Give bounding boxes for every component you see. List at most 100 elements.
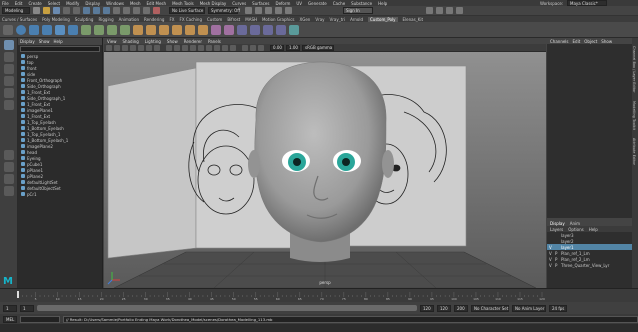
- range-end-field[interactable]: 120: [420, 304, 434, 312]
- freeze-transform-icon[interactable]: [263, 24, 273, 35]
- extract-icon[interactable]: [107, 24, 117, 35]
- menu-item[interactable]: Help: [378, 1, 387, 6]
- wireframe-on-shaded-icon[interactable]: [182, 44, 188, 51]
- current-frame-marker[interactable]: [17, 291, 19, 298]
- outliner-item[interactable]: pCr1: [21, 191, 102, 197]
- live-surface-field[interactable]: No Live Surface: [169, 7, 205, 14]
- extrude-icon[interactable]: [146, 24, 156, 35]
- menu-item[interactable]: Curves: [232, 1, 246, 6]
- layer-menu-item[interactable]: Layers: [550, 227, 563, 232]
- shelf-tab[interactable]: Bifrost: [227, 17, 240, 22]
- render-frame-icon[interactable]: [245, 7, 252, 14]
- shelf-tab[interactable]: Curves / Surfaces: [2, 17, 37, 22]
- xray-icon[interactable]: [250, 44, 256, 51]
- layer-tab[interactable]: Anim: [570, 221, 580, 226]
- select-component-icon[interactable]: [103, 7, 110, 14]
- viewport-menu-item[interactable]: View: [107, 39, 117, 44]
- menu-item[interactable]: Mesh: [130, 1, 141, 6]
- shelf-tab[interactable]: Vray_tri: [330, 17, 346, 22]
- menu-item[interactable]: File: [2, 1, 9, 6]
- resolution-gate-icon[interactable]: [154, 44, 160, 51]
- menu-item[interactable]: Cache: [333, 1, 345, 6]
- channel-box-menu-item[interactable]: Show: [601, 39, 612, 44]
- undo-icon[interactable]: [63, 7, 70, 14]
- colorspace-dropdown[interactable]: sRGB gamma: [302, 44, 334, 51]
- mirror-icon[interactable]: [237, 24, 247, 35]
- shelf-tab[interactable]: Elenas_Kit: [403, 17, 423, 22]
- command-input[interactable]: [20, 315, 60, 323]
- menu-item[interactable]: Edit: [15, 1, 23, 6]
- sign-in-button[interactable]: Sign In: [343, 7, 373, 14]
- workspace-dropdown[interactable]: Maya Classic*: [567, 0, 607, 6]
- target-weld-icon[interactable]: [185, 24, 195, 35]
- shelf-tab[interactable]: Sculpting: [75, 17, 94, 22]
- shelf-tab[interactable]: Vray: [315, 17, 324, 22]
- menu-item[interactable]: UV: [296, 1, 302, 6]
- menu-item[interactable]: Create: [28, 1, 41, 6]
- side-tab[interactable]: Modelling Toolkit: [632, 101, 636, 130]
- bevel-icon[interactable]: [159, 24, 169, 35]
- menu-item[interactable]: Modify: [66, 1, 79, 6]
- layer-playback-toggle[interactable]: P: [555, 263, 559, 268]
- menu-item[interactable]: Display: [85, 1, 100, 6]
- shelf-tab[interactable]: Custom_Poly: [368, 16, 398, 22]
- anim-layer-dropdown[interactable]: No Anim Layer: [512, 304, 546, 312]
- layer-visibility-toggle[interactable]: V: [549, 245, 553, 250]
- layer-visibility-toggle[interactable]: V: [549, 257, 553, 262]
- menu-item[interactable]: Substance: [351, 1, 372, 6]
- toggle-panel-icon[interactable]: [436, 7, 443, 14]
- viewport-menu-item[interactable]: Show: [167, 39, 178, 44]
- side-tab[interactable]: Channel Box / Layer Editor: [632, 46, 636, 93]
- symmetry-dropdown[interactable]: Symmetry: Off: [208, 7, 240, 14]
- sphere-icon[interactable]: [16, 24, 26, 35]
- menu-item[interactable]: Surfaces: [252, 1, 269, 6]
- outliner-menu-item[interactable]: Display: [20, 39, 35, 44]
- four-view-icon[interactable]: [4, 162, 14, 172]
- shelf-tab[interactable]: Motion Graphics: [262, 17, 295, 22]
- isolate-select-icon[interactable]: [242, 44, 248, 51]
- motion-blur-icon[interactable]: [222, 44, 228, 51]
- scale-tool-icon[interactable]: [4, 100, 14, 110]
- shelf-tab[interactable]: Rigging: [98, 17, 113, 22]
- shelf-tab[interactable]: Custom: [207, 17, 222, 22]
- layer-visibility-toggle[interactable]: V: [549, 263, 553, 268]
- shelf-tab[interactable]: Rendering: [144, 17, 164, 22]
- side-by-side-icon[interactable]: [4, 174, 14, 184]
- smooth-icon[interactable]: [120, 24, 130, 35]
- layer-menu-item[interactable]: Options: [568, 227, 583, 232]
- outliner-persp-icon[interactable]: [4, 186, 14, 196]
- viewport-menu-item[interactable]: Lighting: [145, 39, 161, 44]
- magnet-icon[interactable]: [153, 7, 160, 14]
- shelf-tab[interactable]: MASH: [245, 17, 257, 22]
- shelf-tab[interactable]: Arnold: [350, 17, 363, 22]
- plane-icon[interactable]: [55, 24, 65, 35]
- shelf-tab[interactable]: Animation: [119, 17, 139, 22]
- toggle-panel-icon-2[interactable]: [446, 7, 453, 14]
- fps-dropdown[interactable]: 24 fps: [549, 304, 567, 312]
- combine-icon[interactable]: [81, 24, 91, 35]
- quad-draw-icon[interactable]: [198, 24, 208, 35]
- grid-icon[interactable]: [138, 44, 144, 51]
- snap-curve-icon[interactable]: [123, 7, 130, 14]
- shelf-tab[interactable]: Poly Modeling: [42, 17, 70, 22]
- render-settings-icon[interactable]: [265, 7, 272, 14]
- bridge-icon[interactable]: [133, 24, 143, 35]
- viewport-menu-item[interactable]: Renderer: [184, 39, 202, 44]
- layer-row[interactable]: V P Three_Quarter_View_Lyr: [547, 262, 632, 268]
- anti-alias-icon[interactable]: [230, 44, 236, 51]
- center-pivot-icon[interactable]: [250, 24, 260, 35]
- arnold-render-icon[interactable]: [285, 7, 292, 14]
- shelf-tab[interactable]: FX Caching: [180, 17, 202, 22]
- shelf-tab[interactable]: FX: [169, 17, 174, 22]
- shelf-tab[interactable]: XGen: [299, 17, 310, 22]
- new-scene-icon[interactable]: [33, 7, 40, 14]
- single-view-icon[interactable]: [4, 150, 14, 160]
- script-lang-toggle[interactable]: MEL: [3, 315, 17, 323]
- lasso-tool-icon[interactable]: [4, 52, 14, 62]
- paint-select-icon[interactable]: [4, 64, 14, 74]
- outliner-menu-item[interactable]: Help: [54, 39, 63, 44]
- bookmark-icon[interactable]: [122, 44, 128, 51]
- separate-icon[interactable]: [94, 24, 104, 35]
- menu-item[interactable]: Deform: [275, 1, 290, 6]
- uv-editor-icon[interactable]: [289, 24, 299, 35]
